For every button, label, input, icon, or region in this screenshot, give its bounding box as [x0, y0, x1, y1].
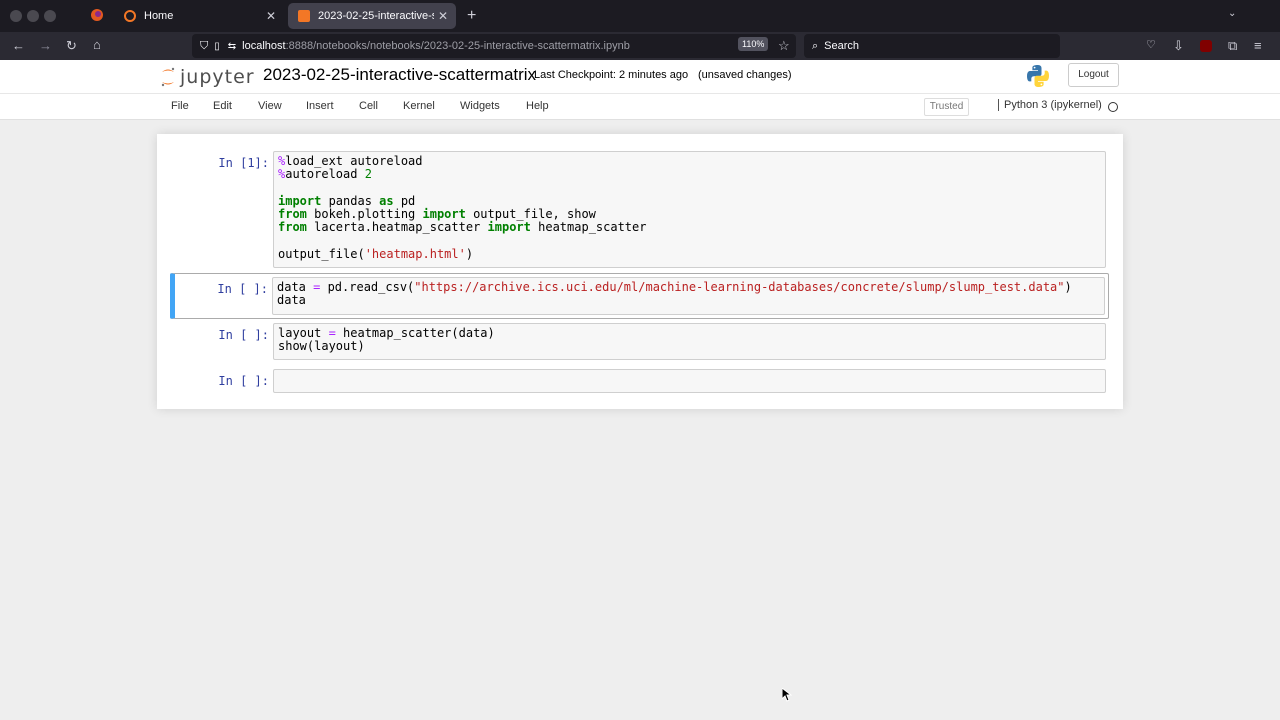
menubar: File Edit View Insert Cell Kernel Widget… — [0, 93, 1280, 120]
search-icon: ⌕ — [812, 39, 819, 52]
code-line: import pandas as pd — [278, 193, 416, 208]
code-line: show(layout) — [278, 339, 365, 354]
code-line: data = pd.read_csv("https://archive.ics.… — [277, 280, 1072, 294]
tab-title: Home — [144, 10, 174, 22]
code-editor[interactable]: %load_ext autoreload %autoreload 2 impor… — [273, 151, 1106, 268]
menu-cell[interactable]: Cell — [359, 100, 378, 112]
page-icon: ▯ — [214, 40, 220, 52]
forward-icon[interactable]: → — [39, 39, 52, 52]
back-icon[interactable]: ← — [12, 39, 25, 52]
firefox-view-icon[interactable] — [90, 8, 104, 24]
browser-nav-bar: ← → ↻ ⌂ ⛉ ▯ ⇆ localhost:8888/notebooks/n… — [0, 32, 1280, 60]
input-prompt: In [ ]: — [218, 374, 269, 388]
jupyter-logo-text: jupyter — [180, 66, 255, 88]
url-path: :8888/notebooks/notebooks/2023-02-25-int… — [285, 40, 630, 52]
extension-ublock-icon[interactable] — [1200, 40, 1212, 54]
code-line: %load_ext autoreload — [278, 154, 423, 168]
extensions-icon[interactable]: ⧉ — [1228, 39, 1237, 52]
pocket-icon[interactable]: ♡ — [1146, 40, 1156, 51]
tab-close-icon[interactable]: ✕ — [434, 9, 452, 23]
tab-title: 2023-02-25-interactive-scatte — [318, 10, 434, 22]
input-prompt: In [1]: — [218, 156, 269, 170]
window-minimize-button[interactable] — [27, 10, 39, 22]
code-editor[interactable]: layout = heatmap_scatter(data) show(layo… — [273, 323, 1106, 360]
shield-icon[interactable]: ⛉ — [200, 40, 208, 53]
checkpoint-status: Last Checkpoint: 2 minutes ago — [534, 69, 689, 81]
code-line: %autoreload 2 — [278, 167, 372, 182]
downloads-icon[interactable]: ⇩ — [1173, 39, 1184, 52]
jupyter-logo-icon — [161, 67, 175, 87]
reload-icon[interactable]: ↻ — [66, 39, 77, 52]
browser-tab-bar: Home ✕ 2023-02-25-interactive-scatte ✕ +… — [0, 0, 1280, 32]
new-tab-icon[interactable]: + — [467, 8, 476, 24]
menu-edit[interactable]: Edit — [213, 100, 232, 112]
code-line: from bokeh.plotting import output_file, … — [278, 207, 596, 222]
menu-widgets[interactable]: Widgets — [460, 100, 500, 112]
window-zoom-button[interactable] — [44, 10, 56, 22]
trusted-indicator[interactable]: Trusted — [924, 98, 969, 116]
jupyter-logo[interactable]: jupyter — [160, 64, 255, 90]
code-cell[interactable]: In [ ]: — [170, 368, 1109, 393]
search-input[interactable]: ⌕ Search — [804, 34, 1060, 58]
input-prompt: In [ ]: — [217, 282, 268, 296]
jupyter-favicon-icon — [124, 10, 136, 22]
list-all-tabs-icon[interactable]: ⌄ — [1228, 9, 1236, 19]
code-line: data — [277, 293, 306, 308]
mouse-cursor-icon — [781, 686, 793, 707]
code-line: output_file('heatmap.html') — [278, 247, 474, 262]
kernel-idle-icon — [1108, 102, 1118, 112]
code-cell[interactable]: In [1]: %load_ext autoreload %autoreload… — [170, 150, 1109, 268]
jupyter-header: jupyter 2023-02-25-interactive-scatterma… — [0, 60, 1280, 93]
url-host: localhost — [242, 40, 286, 52]
code-editor[interactable]: data = pd.read_csv("https://archive.ics.… — [272, 277, 1105, 315]
home-icon[interactable]: ⌂ — [93, 38, 101, 51]
kernel-name[interactable]: Python 3 (ipykernel) — [998, 99, 1102, 111]
zoom-level[interactable]: 110% — [738, 37, 769, 51]
tab-close-icon[interactable]: ✕ — [262, 9, 280, 23]
search-placeholder: Search — [824, 40, 860, 52]
python-logo-icon — [1025, 63, 1051, 89]
notebook-container: In [1]: %load_ext autoreload %autoreload… — [157, 134, 1123, 409]
bookmark-star-icon[interactable]: ☆ — [778, 39, 790, 52]
overflow-menu-icon[interactable]: ≡ — [1254, 39, 1262, 52]
code-cell-selected[interactable]: In [ ]: data = pd.read_csv("https://arch… — [170, 273, 1109, 319]
notebook-favicon-icon — [298, 10, 310, 22]
unsaved-status: (unsaved changes) — [698, 69, 792, 81]
permissions-icon[interactable]: ⇆ — [228, 41, 236, 52]
menu-kernel[interactable]: Kernel — [403, 100, 435, 112]
menu-view[interactable]: View — [258, 100, 282, 112]
tab-home[interactable]: Home ✕ — [114, 3, 284, 29]
code-line: from lacerta.heatmap_scatter import heat… — [278, 220, 647, 235]
code-line: layout = heatmap_scatter(data) — [278, 326, 495, 340]
tab-notebook[interactable]: 2023-02-25-interactive-scatte ✕ — [288, 3, 456, 29]
window-close-button[interactable] — [10, 10, 22, 22]
notebook-name[interactable]: 2023-02-25-interactive-scattermatrix — [263, 65, 536, 85]
url-bar[interactable]: ⛉ ▯ ⇆ localhost:8888/notebooks/notebooks… — [192, 34, 796, 58]
code-cell[interactable]: In [ ]: layout = heatmap_scatter(data) s… — [170, 322, 1109, 360]
menu-file[interactable]: File — [171, 100, 189, 112]
code-editor-empty[interactable] — [273, 369, 1106, 393]
menu-help[interactable]: Help — [526, 100, 549, 112]
logout-button[interactable]: Logout — [1068, 63, 1119, 87]
menu-insert[interactable]: Insert — [306, 100, 334, 112]
input-prompt: In [ ]: — [218, 328, 269, 342]
